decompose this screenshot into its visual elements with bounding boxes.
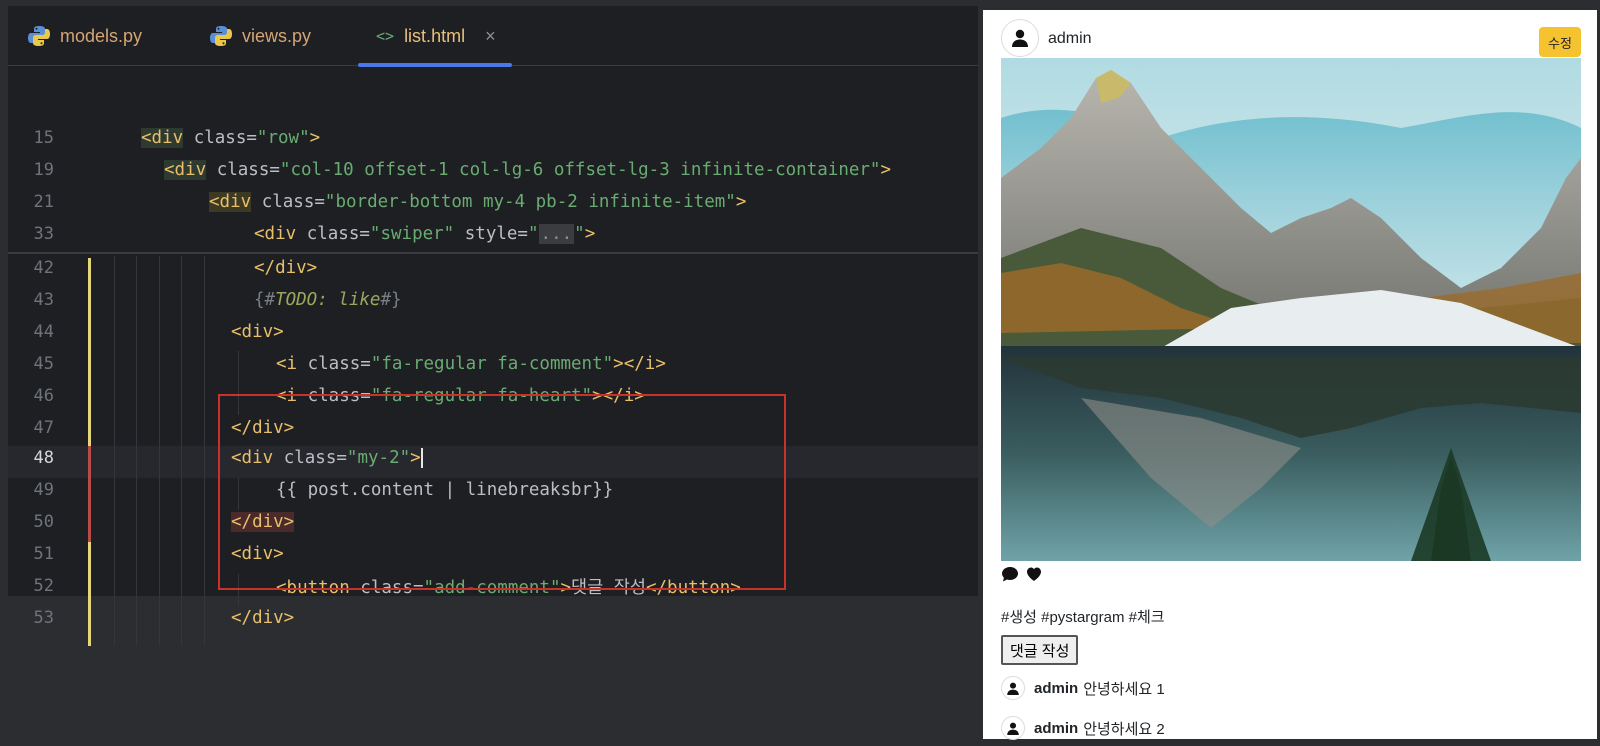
heart-icon[interactable] [1025,565,1043,583]
page-preview: admin 수정 #생성 #pystargram #체크 댓글 작성 admin… [983,10,1597,740]
line-number: 53 [33,608,54,628]
code-editor: models.py views.py <> list.html × 15 <di… [8,6,978,646]
post-actions [1001,565,1043,583]
line-number: 15 [33,128,54,148]
tab-models-py[interactable]: models.py [28,6,142,66]
line-number: 52 [33,576,54,596]
line-number: 42 [33,258,54,278]
post-content: #생성 #pystargram #체크 [1001,609,1165,626]
line-number: 21 [33,192,54,212]
html-brackets-icon: <> [376,27,395,45]
line-number: 43 [33,290,54,310]
user-icon [1007,722,1019,735]
code-text: <div> [231,544,284,564]
editor-tab-bar: models.py views.py <> list.html × [8,6,978,67]
add-comment-button[interactable]: 댓글 작성 [1001,635,1079,665]
code-line[interactable]: 44 <div> [8,316,978,348]
comment-icon[interactable] [1001,565,1019,583]
python-icon [210,25,232,47]
code-line[interactable]: 49 {{ post.content | linebreaksbr}} [8,474,978,506]
code-line[interactable]: 51 <div> [8,538,978,570]
tab-label: list.html [404,25,466,46]
code-line[interactable]: 48 <div class="my-2"> [8,442,978,474]
code-line[interactable]: 15 <div class="row"> [8,122,978,154]
code-text: <div> [231,322,284,342]
code-text: <div class="my-2"> [231,448,423,468]
line-number: 50 [33,512,54,532]
code-line[interactable]: 47 </div> [8,412,978,444]
code-text: </div> [254,258,318,278]
code-line[interactable]: 42 </div> [8,252,978,284]
mountain-lake-photo [1001,58,1581,561]
code-text: <i class="fa-regular fa-comment"></i> [276,354,666,374]
line-number: 51 [33,544,54,564]
code-line[interactable]: 50 </div> [8,506,978,538]
tab-label: views.py [242,25,312,46]
line-number: 45 [33,354,54,374]
line-number: 48 [33,448,54,468]
code-line[interactable]: 21 <div class="border-bottom my-4 pb-2 in… [8,186,978,218]
code-text: </div> [231,418,295,438]
post-username[interactable]: admin [1048,30,1092,48]
line-number: 46 [33,386,54,406]
comment-item: admin 안녕하세요 1 [1001,676,1165,700]
code-text: <div class="col-10 offset-1 col-lg-6 off… [164,160,892,180]
code-line[interactable]: 19 <div class="col-10 offset-1 col-lg-6 o… [8,154,978,186]
code-line[interactable]: 43 {#TODO: like#} [8,284,978,316]
code-text: <div class="border-bottom my-4 pb-2 infi… [209,192,747,212]
close-icon[interactable]: × [485,26,496,47]
line-number: 44 [33,322,54,342]
comment-text: 안녕하세요 1 [1083,680,1165,698]
edit-button[interactable]: 수정 [1539,27,1581,57]
avatar [1001,716,1025,740]
code-text: <div class="swiper" style="... "> [254,224,596,244]
code-text: <i class="fa-regular fa-heart"></i> [276,386,645,406]
user-icon [1012,29,1028,47]
code-line[interactable]: 46 <i class="fa-regular fa-heart"></i> [8,380,978,412]
comment-username[interactable]: admin [1034,720,1078,737]
code-text: {{ post.content | linebreaksbr}} [276,480,614,500]
line-number: 33 [33,224,54,244]
comment-username[interactable]: admin [1034,680,1078,697]
post-image[interactable] [1001,58,1581,561]
line-number: 19 [33,160,54,180]
text-caret [420,448,423,468]
code-line[interactable]: 45 <i class="fa-regular fa-comment"></i> [8,348,978,380]
line-number: 47 [33,418,54,438]
tab-views-py[interactable]: views.py [210,6,311,66]
code-text: <button class="add-comment">댓글 작성</butto… [276,577,741,598]
tab-list-html[interactable]: <> list.html × [358,6,512,67]
code-text: </div> [231,512,295,532]
code-text: {#TODO: like#} [254,290,402,310]
code-line[interactable]: 33 <div class="swiper" style="... "> [8,218,978,250]
line-number: 49 [33,480,54,500]
code-line[interactable]: 52 <button class="add-comment">댓글 작성</but… [8,570,978,602]
avatar[interactable] [1001,19,1039,57]
code-text: <div class="row"> [141,128,321,148]
comment-text: 안녕하세요 2 [1083,720,1165,738]
tab-label: models.py [60,25,143,46]
code-line[interactable]: 53 </div> [8,602,978,634]
comment-item: admin 안녕하세요 2 [1001,716,1165,740]
code-text: </div> [231,608,295,628]
python-icon [28,25,50,47]
avatar [1001,676,1025,700]
user-icon [1007,682,1019,695]
